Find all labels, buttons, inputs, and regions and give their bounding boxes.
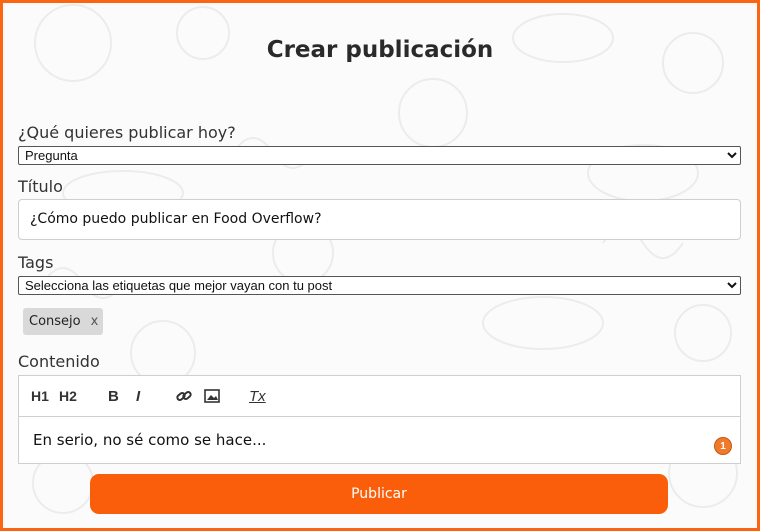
italic-text: I	[136, 387, 141, 405]
heading-1-text: H1	[31, 388, 49, 404]
italic-icon[interactable]: I	[136, 386, 140, 406]
tags-select[interactable]: Selecciona las etiquetas que mejor vayan…	[18, 276, 741, 295]
link-icon[interactable]	[176, 386, 192, 406]
tag-chip: Consejo x	[23, 308, 103, 335]
clear-format-text: Tx	[249, 387, 266, 405]
bold-text: B	[108, 387, 119, 405]
rich-text-editor: H1 H2 B I Tx En serio, no sé como se hac…	[18, 375, 741, 464]
heading-1-icon[interactable]: H1	[31, 386, 49, 406]
post-type-select[interactable]: Pregunta	[18, 146, 741, 165]
heading-2-text: H2	[59, 388, 77, 404]
title-input[interactable]: ¿Cómo puedo publicar en Food Overflow?	[18, 199, 741, 240]
page-title: Crear publicación	[266, 37, 494, 63]
bold-icon[interactable]: B	[108, 386, 119, 406]
tags-label: Tags	[18, 253, 54, 272]
image-icon[interactable]	[204, 386, 220, 406]
post-type-label: ¿Qué quieres publicar hoy?	[18, 123, 236, 142]
tag-chip-label: Consejo	[29, 314, 81, 329]
publish-button[interactable]: Publicar	[90, 474, 668, 514]
editor-toolbar: H1 H2 B I Tx	[19, 376, 740, 417]
post-form-frame: Crear publicación ¿Qué quieres publicar …	[0, 0, 760, 531]
clear-format-icon[interactable]: Tx	[249, 386, 266, 406]
title-label: Título	[18, 177, 63, 196]
remove-tag-icon[interactable]: x	[91, 314, 99, 329]
grammar-notification-badge[interactable]: 1	[714, 437, 732, 455]
content-textarea[interactable]: En serio, no sé como se hace...	[19, 417, 740, 463]
content-label: Contenido	[18, 352, 100, 371]
heading-2-icon[interactable]: H2	[59, 386, 77, 406]
